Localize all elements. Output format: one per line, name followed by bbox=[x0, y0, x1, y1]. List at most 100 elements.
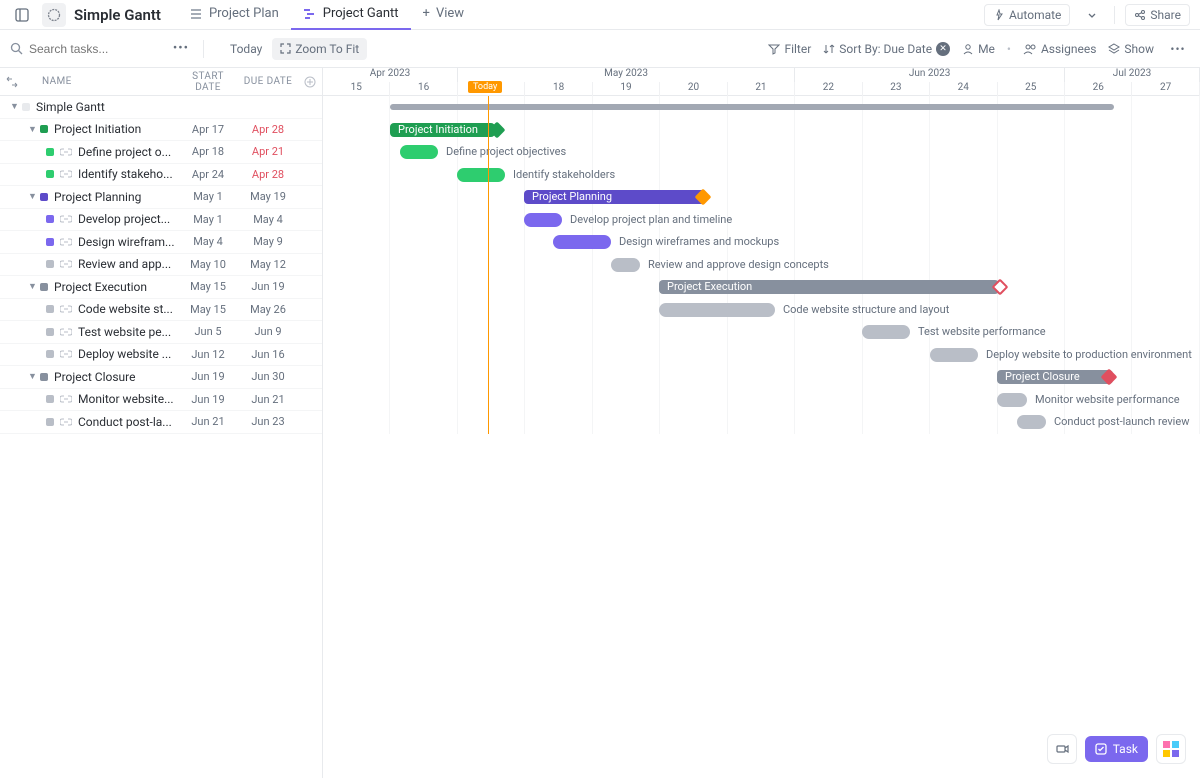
summary-bar[interactable] bbox=[390, 104, 1114, 110]
bar-row: Develop project plan and timeline bbox=[323, 209, 1200, 232]
automate-dropdown[interactable] bbox=[1080, 3, 1104, 27]
search-options[interactable]: ••• bbox=[169, 37, 193, 61]
task-bar[interactable] bbox=[400, 145, 438, 159]
task-bar[interactable] bbox=[524, 213, 562, 227]
task-bar[interactable] bbox=[862, 325, 910, 339]
tab-project-gantt[interactable]: Project Gantt bbox=[291, 0, 411, 30]
bar-row bbox=[323, 96, 1200, 119]
automate-button[interactable]: Automate bbox=[984, 4, 1070, 26]
clear-sort-button[interactable]: ✕ bbox=[936, 42, 950, 56]
sidebar-toggle-icon[interactable] bbox=[10, 3, 34, 27]
task-row[interactable]: Monitor website... Jun 19 Jun 21 bbox=[0, 389, 322, 412]
search-input[interactable] bbox=[29, 42, 129, 56]
zoom-label: Zoom To Fit bbox=[295, 42, 359, 56]
due-date: May 4 bbox=[238, 213, 298, 226]
task-row[interactable]: Define project o... Apr 18 Apr 21 bbox=[0, 141, 322, 164]
expand-all-button[interactable] bbox=[0, 76, 24, 88]
layers-icon bbox=[1108, 43, 1120, 55]
filter-button[interactable]: Filter bbox=[768, 42, 811, 56]
status-dot bbox=[46, 148, 54, 156]
plus-icon: + bbox=[423, 6, 430, 21]
apps-button[interactable] bbox=[1156, 734, 1186, 764]
me-button[interactable]: Me bbox=[962, 42, 995, 56]
today-button[interactable]: Today bbox=[230, 42, 262, 56]
zoom-to-fit-button[interactable]: Zoom To Fit bbox=[272, 38, 367, 60]
task-row[interactable]: Design wirefram... May 4 May 9 bbox=[0, 231, 322, 254]
status-dot bbox=[46, 238, 54, 246]
tab-project-plan[interactable]: Project Plan bbox=[177, 0, 291, 30]
task-bar[interactable] bbox=[553, 235, 611, 249]
status-dot bbox=[46, 328, 54, 336]
task-bar[interactable] bbox=[1017, 415, 1046, 429]
name-column-header[interactable]: Name bbox=[24, 76, 178, 87]
show-button[interactable]: Show bbox=[1108, 42, 1154, 56]
start-date: Apr 24 bbox=[178, 168, 238, 181]
dots-icon: ••• bbox=[1170, 42, 1185, 56]
status-dot bbox=[40, 283, 48, 291]
dot-separator: • bbox=[1007, 42, 1011, 56]
due-date: Apr 21 bbox=[238, 145, 298, 158]
list-icon bbox=[189, 7, 203, 21]
task-name: Project Closure bbox=[54, 370, 178, 384]
search-icon bbox=[10, 42, 23, 55]
collapse-icon[interactable]: ▼ bbox=[28, 191, 40, 202]
task-row[interactable]: Test website pe... Jun 5 Jun 9 bbox=[0, 321, 322, 344]
group-row[interactable]: ▼ Project Closure Jun 19 Jun 30 bbox=[0, 366, 322, 389]
add-column-button[interactable] bbox=[298, 76, 322, 88]
group-row[interactable]: ▼ Project Execution May 15 Jun 19 bbox=[0, 276, 322, 299]
group-bar[interactable]: Project Execution bbox=[659, 280, 999, 294]
group-bar[interactable]: Project Initiation bbox=[390, 123, 495, 137]
group-bar[interactable]: Project Planning bbox=[524, 190, 706, 204]
bar-row: Project Planning bbox=[323, 186, 1200, 209]
bar-label: Define project objectives bbox=[446, 145, 566, 158]
task-row[interactable]: Review and app... May 10 May 12 bbox=[0, 254, 322, 277]
more-options-button[interactable]: ••• bbox=[1166, 37, 1190, 61]
start-date: Jun 19 bbox=[178, 370, 238, 383]
task-row[interactable]: Develop project... May 1 May 4 bbox=[0, 209, 322, 232]
sort-button[interactable]: Sort By: Due Date ✕ bbox=[823, 42, 950, 56]
status-dot bbox=[46, 170, 54, 178]
collapse-icon[interactable]: ▼ bbox=[10, 101, 22, 112]
due-column-header[interactable]: Due Date bbox=[238, 76, 298, 87]
task-list-panel: Name Start Date Due Date ▼ Simple Gantt … bbox=[0, 68, 323, 778]
group-bar[interactable]: Project Closure bbox=[997, 370, 1113, 384]
status-dot bbox=[40, 193, 48, 201]
start-date: Jun 12 bbox=[178, 348, 238, 361]
assignees-button[interactable]: Assignees bbox=[1023, 42, 1096, 56]
task-bar[interactable] bbox=[997, 393, 1027, 407]
gantt-body: Today Project Initiation Define project … bbox=[323, 96, 1200, 434]
record-button[interactable] bbox=[1047, 734, 1077, 764]
task-bar[interactable] bbox=[930, 348, 978, 362]
week-header: 27 bbox=[1132, 82, 1199, 96]
root-row[interactable]: ▼ Simple Gantt bbox=[0, 96, 322, 119]
task-bar[interactable] bbox=[457, 168, 505, 182]
collapse-icon[interactable]: ▼ bbox=[28, 281, 40, 292]
week-header: 23 bbox=[863, 82, 930, 96]
bar-row: Design wireframes and mockups bbox=[323, 231, 1200, 254]
group-row[interactable]: ▼ Project Initiation Apr 17 Apr 28 bbox=[0, 119, 322, 142]
task-label: Task bbox=[1113, 742, 1138, 756]
task-row[interactable]: Conduct post-la... Jun 21 Jun 23 bbox=[0, 411, 322, 434]
bar-row: Project Closure bbox=[323, 366, 1200, 389]
week-header: 18 bbox=[525, 82, 592, 96]
gantt-panel[interactable]: Apr 2023May 2023Jun 2023Jul 2023 1516171… bbox=[323, 68, 1200, 778]
add-view-button[interactable]: + View bbox=[411, 0, 477, 30]
due-date: Jun 30 bbox=[238, 370, 298, 383]
task-row[interactable]: Identify stakeho... Apr 24 Apr 28 bbox=[0, 164, 322, 187]
task-bar[interactable] bbox=[659, 303, 775, 317]
share-button[interactable]: Share bbox=[1125, 4, 1190, 26]
due-date: Jun 23 bbox=[238, 415, 298, 428]
task-row[interactable]: Deploy website ... Jun 12 Jun 16 bbox=[0, 344, 322, 367]
status-dot bbox=[46, 418, 54, 426]
bar-row: Project Initiation bbox=[323, 119, 1200, 142]
task-bar[interactable] bbox=[611, 258, 640, 272]
start-column-header[interactable]: Start Date bbox=[178, 71, 238, 93]
status-dot bbox=[40, 373, 48, 381]
new-task-button[interactable]: Task bbox=[1085, 736, 1148, 762]
group-row[interactable]: ▼ Project Planning May 1 May 19 bbox=[0, 186, 322, 209]
collapse-icon[interactable]: ▼ bbox=[28, 371, 40, 382]
page-title[interactable]: Simple Gantt bbox=[74, 6, 161, 24]
due-date: Jun 16 bbox=[238, 348, 298, 361]
task-row[interactable]: Code website st... May 15 May 26 bbox=[0, 299, 322, 322]
collapse-icon[interactable]: ▼ bbox=[28, 124, 40, 135]
